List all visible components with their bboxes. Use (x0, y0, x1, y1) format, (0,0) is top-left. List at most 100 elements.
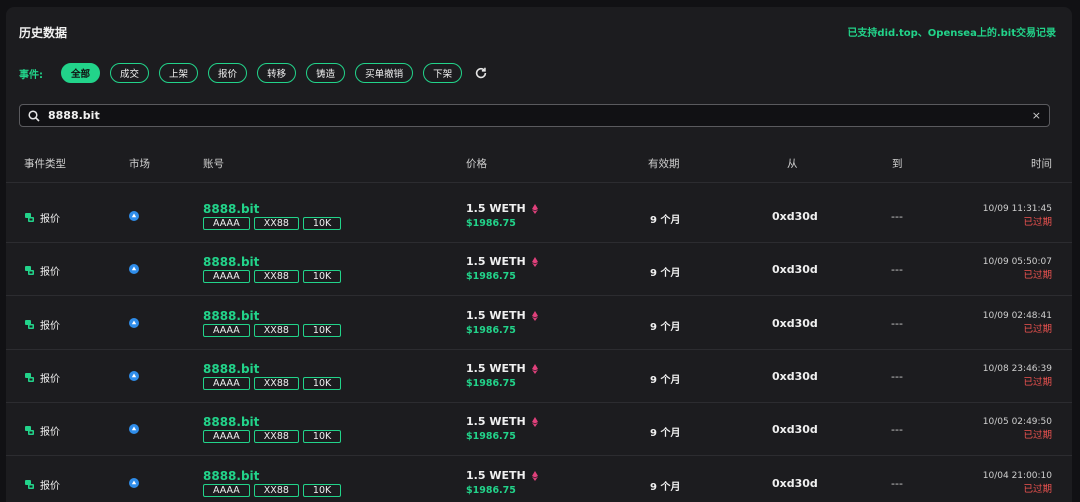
timestamp: 10/09 02:48:41 (982, 310, 1052, 321)
from-address[interactable]: 0xd30d (772, 370, 818, 383)
account-link[interactable]: 8888.bit (203, 469, 345, 483)
account-tag[interactable]: 10K (302, 430, 342, 444)
validity: 9 个月 (650, 268, 681, 280)
event-cell: 报价 (24, 370, 60, 385)
account-link[interactable]: 8888.bit (203, 255, 345, 269)
filter-chip[interactable]: 转移 (257, 63, 297, 83)
status-badge: 已过期 (1023, 483, 1052, 495)
price-value: 1.5 WETH (466, 308, 526, 322)
section-title: 历史数据 (19, 26, 68, 40)
filter-chip[interactable]: 下架 (423, 63, 463, 83)
col-from: 从 (787, 158, 798, 170)
filter-chip[interactable]: 成交 (110, 63, 150, 83)
price-usd: $1986.75 (466, 218, 516, 229)
account-tag[interactable]: 10K (302, 376, 342, 390)
filter-chip[interactable]: 买单撤销 (355, 63, 414, 83)
refresh-icon[interactable] (474, 66, 488, 80)
validity: 9 个月 (650, 481, 681, 493)
eth-icon (531, 204, 538, 214)
account-link[interactable]: 8888.bit (203, 415, 345, 429)
eth-icon (531, 363, 538, 374)
eth-icon (531, 310, 538, 321)
account-tag[interactable]: XX88 (253, 217, 299, 230)
from-address[interactable]: 0xd30d (772, 210, 818, 223)
from-address[interactable]: 0xd30d (772, 263, 818, 276)
history-panel: 历史数据 已支持did.top、Opensea上的.bit交易记录 事件: 全部… (6, 7, 1072, 502)
search-input[interactable]: 8888.bit (48, 109, 1032, 122)
filter-chip[interactable]: 铸造 (306, 63, 346, 83)
to-address: --- (891, 263, 903, 277)
col-price: 价格 (466, 158, 487, 170)
price-value: 1.5 WETH (466, 415, 526, 429)
timestamp: 10/05 02:49:50 (982, 417, 1052, 428)
support-notice: 已支持did.top、Opensea上的.bit交易记录 (847, 28, 1056, 39)
search-icon (28, 109, 40, 122)
status-badge: 已过期 (1023, 430, 1052, 442)
account-tag[interactable]: XX88 (253, 270, 299, 284)
search-bar[interactable]: 8888.bit × (19, 104, 1050, 127)
account-tag[interactable]: AAAA (203, 483, 250, 497)
event-type: 报价 (40, 320, 60, 332)
event-type: 报价 (40, 427, 60, 439)
timestamp: 10/04 21:00:10 (982, 470, 1052, 481)
account-tag[interactable]: AAAA (203, 376, 250, 390)
validity: 9 个月 (650, 215, 681, 226)
account-tag[interactable]: AAAA (203, 323, 250, 337)
account-link[interactable]: 8888.bit (203, 362, 345, 376)
eth-icon (531, 470, 538, 481)
account-tag[interactable]: AAAA (203, 430, 250, 444)
event-type: 报价 (40, 480, 60, 492)
account-tag[interactable]: AAAA (203, 217, 250, 230)
timestamp: 10/09 11:31:45 (982, 204, 1052, 214)
validity: 9 个月 (650, 428, 681, 440)
col-validity: 有效期 (648, 158, 680, 170)
col-account: 账号 (203, 158, 224, 170)
offer-icon (25, 479, 34, 489)
filter-chip[interactable]: 报价 (208, 63, 248, 83)
price-usd: $1986.75 (466, 377, 516, 389)
clear-search-button[interactable]: × (1032, 109, 1041, 122)
account-tag[interactable]: XX88 (253, 430, 299, 444)
status-badge: 已过期 (1023, 323, 1052, 335)
account-link[interactable]: 8888.bit (203, 202, 345, 216)
opensea-icon[interactable] (129, 211, 139, 221)
account-link[interactable]: 8888.bit (203, 309, 345, 323)
account-tag[interactable]: XX88 (253, 376, 299, 390)
price-value: 1.5 WETH (466, 255, 526, 269)
from-address[interactable]: 0xd30d (772, 423, 818, 436)
col-market: 市场 (129, 158, 150, 170)
event-cell: 报价 (24, 210, 60, 225)
table-row[interactable]: 报价 8888.bit AAAA XX88 10K 1.5 WETH $1986… (6, 297, 1072, 350)
col-event-type: 事件类型 (24, 158, 66, 170)
opensea-icon[interactable] (129, 264, 139, 275)
col-to: 到 (892, 158, 903, 170)
table-row[interactable]: 报价 8888.bit AAAA XX88 10K 1.5 WETH $1986… (6, 243, 1072, 297)
price-value: 1.5 WETH (466, 468, 526, 482)
price-usd: $1986.75 (466, 271, 516, 283)
event-cell: 报价 (24, 263, 60, 278)
validity: 9 个月 (650, 321, 681, 333)
opensea-icon[interactable] (129, 424, 139, 435)
account-tag[interactable]: XX88 (253, 483, 299, 497)
filter-chip[interactable]: 全部 (61, 63, 101, 83)
filter-chip[interactable]: 上架 (159, 63, 199, 83)
event-type: 报价 (40, 214, 60, 225)
from-address[interactable]: 0xd30d (772, 317, 818, 330)
opensea-icon[interactable] (129, 370, 139, 381)
table-row[interactable]: 报价 8888.bit AAAA XX88 10K 1.5 WETH $1986… (6, 403, 1072, 457)
table-row[interactable]: 报价 8888.bit AAAA XX88 10K 1.5 WETH $1986… (6, 350, 1072, 403)
account-tag[interactable]: 10K (302, 483, 342, 497)
account-tag[interactable]: 10K (302, 217, 342, 230)
table-row[interactable]: 报价 8888.bit AAAA XX88 10K 1.5 WETH $1986… (6, 190, 1072, 243)
opensea-icon[interactable] (129, 317, 139, 328)
account-tag[interactable]: XX88 (253, 323, 299, 337)
status-badge: 已过期 (1023, 270, 1052, 282)
account-tag[interactable]: 10K (302, 323, 342, 337)
event-cell: 报价 (24, 477, 60, 492)
account-tag[interactable]: AAAA (203, 270, 250, 284)
offer-icon (25, 213, 34, 222)
account-tag[interactable]: 10K (302, 270, 342, 284)
from-address[interactable]: 0xd30d (772, 477, 818, 490)
table-row[interactable]: 报价 8888.bit AAAA XX88 10K 1.5 WETH $1986… (6, 457, 1072, 502)
opensea-icon[interactable] (129, 477, 139, 488)
